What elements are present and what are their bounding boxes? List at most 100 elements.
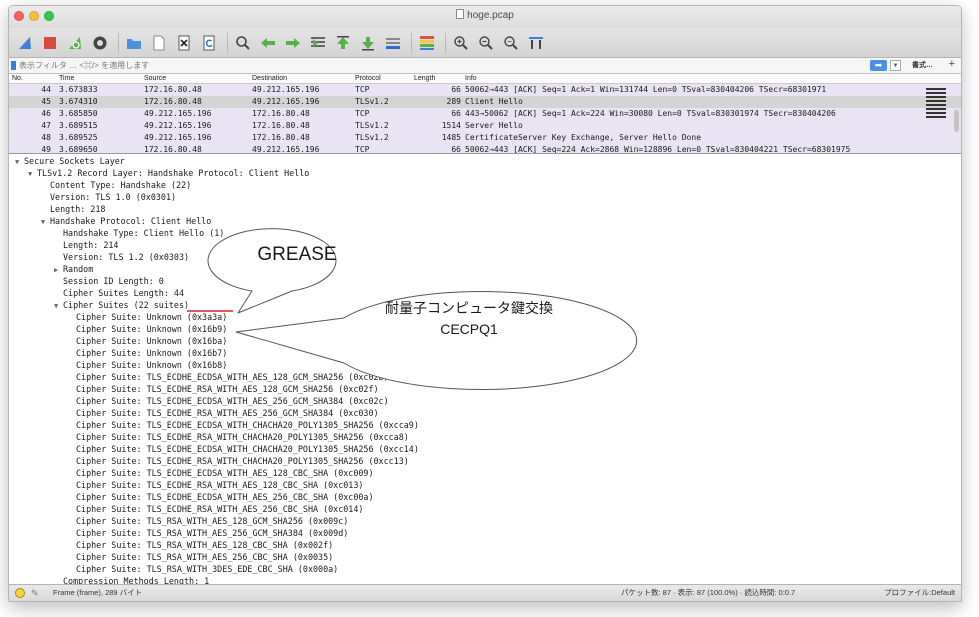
detail-tree-item[interactable]: Cipher Suite: TLS_RSA_WITH_AES_256_GCM_S… (9, 527, 348, 539)
bookmark-icon[interactable] (11, 61, 16, 70)
restart-capture-button[interactable] (64, 32, 86, 54)
close-window-button[interactable] (14, 11, 24, 21)
detail-tree-item[interactable]: ▼ TLSv1.2 Record Layer: Handshake Protoco… (9, 167, 309, 179)
go-to-packet-button[interactable] (307, 32, 329, 54)
detail-tree-item[interactable]: Session ID Length: 0 (9, 275, 164, 287)
packet-row[interactable]: 46 3.685850 49.212.165.196 172.16.80.48 TCP 6… (9, 108, 961, 120)
filter-expression-button[interactable]: 書式… (912, 60, 933, 70)
detail-tree-item[interactable]: Cipher Suite: TLS_RSA_WITH_AES_128_CBC_S… (9, 539, 333, 551)
detail-tree-item[interactable]: Cipher Suite: Unknown (0x16b8) (9, 359, 227, 371)
close-file-button[interactable] (173, 32, 195, 54)
resize-columns-button[interactable] (525, 32, 547, 54)
detail-tree-item[interactable]: ▼ Handshake Protocol: Client Hello (9, 215, 211, 227)
column-header-length[interactable]: Length (414, 75, 435, 82)
detail-tree-label: Version: TLS 1.0 (0x0301) (50, 192, 177, 202)
first-packet-button[interactable] (332, 32, 354, 54)
column-header-protocol[interactable]: Protocol (355, 75, 381, 82)
apply-filter-button[interactable]: ➡ (870, 60, 887, 71)
zoom-out-button[interactable] (475, 32, 497, 54)
open-file-button[interactable] (123, 32, 145, 54)
normal-size-button[interactable] (500, 32, 522, 54)
go-forward-button[interactable] (282, 32, 304, 54)
packet-row[interactable]: 45 3.674310 172.16.80.48 49.212.165.196 TLSv… (9, 96, 961, 108)
detail-tree-item[interactable]: Handshake Type: Client Hello (1) (9, 227, 224, 239)
go-back-button[interactable] (257, 32, 279, 54)
packet-row[interactable]: 48 3.689525 49.212.165.196 172.16.80.48 TLSv… (9, 132, 961, 144)
packet-row[interactable]: 44 3.673833 172.16.80.48 49.212.165.196 TCP 6… (9, 84, 961, 96)
column-header-info[interactable]: Info (465, 75, 477, 82)
stop-capture-button[interactable] (39, 32, 61, 54)
detail-tree-item[interactable]: Cipher Suite: TLS_ECDHE_RSA_WITH_AES_256… (9, 407, 379, 419)
reload-icon (203, 35, 215, 50)
detail-tree-item[interactable]: Cipher Suite: Unknown (0x3a3a) (9, 311, 227, 323)
cell-destination: 172.16.80.48 (252, 121, 310, 130)
edit-comment-icon[interactable]: ✎ (31, 585, 39, 601)
expert-info-icon[interactable] (15, 588, 25, 598)
detail-tree-item[interactable]: Cipher Suite: TLS_ECDHE_ECDSA_WITH_AES_1… (9, 371, 389, 383)
detail-tree-item[interactable]: Cipher Suite: TLS_RSA_WITH_AES_128_GCM_S… (9, 515, 348, 527)
minimize-window-button[interactable] (29, 11, 39, 21)
detail-tree-item[interactable]: Cipher Suite: TLS_ECDHE_RSA_WITH_AES_128… (9, 383, 379, 395)
detail-tree-item[interactable]: ▶ Random (9, 263, 93, 275)
colorize-button[interactable] (416, 32, 438, 54)
detail-tree-item[interactable]: Cipher Suite: TLS_ECDHE_ECDSA_WITH_CHACH… (9, 419, 419, 431)
window-title: hoge.pcap (467, 10, 514, 21)
detail-tree-item[interactable]: Cipher Suite: Unknown (0x16ba) (9, 335, 227, 347)
cell-destination: 49.212.165.196 (252, 97, 320, 106)
detail-tree-item[interactable]: Cipher Suite: TLS_ECDHE_RSA_WITH_AES_256… (9, 503, 363, 515)
packet-row[interactable]: 49 3.689650 172.16.80.48 49.212.165.196 TCP 6… (9, 144, 961, 154)
auto-scroll-button[interactable] (382, 32, 404, 54)
detail-tree-label: Cipher Suite: Unknown (0x16b8) (76, 360, 228, 370)
title-bar: hoge.pcap (9, 6, 961, 28)
display-filter-input[interactable]: 表示フィルタ … <⌘/> を適用します (19, 59, 866, 72)
detail-tree-item[interactable]: Version: TLS 1.0 (0x0301) (9, 191, 176, 203)
detail-tree-item[interactable]: Cipher Suites Length: 44 (9, 287, 184, 299)
packet-minimap[interactable] (926, 86, 946, 152)
detail-tree-item[interactable]: Cipher Suite: TLS_RSA_WITH_AES_256_CBC_S… (9, 551, 333, 563)
column-header-destination[interactable]: Destination (252, 75, 287, 82)
detail-tree-item[interactable]: Cipher Suite: TLS_ECDHE_ECDSA_WITH_AES_2… (9, 395, 389, 407)
detail-tree-item[interactable]: ▼ Cipher Suites (22 suites) (9, 299, 189, 311)
detail-tree-item[interactable]: Cipher Suite: Unknown (0x16b9) (9, 323, 227, 335)
detail-tree-label: Cipher Suites Length: 44 (63, 288, 185, 298)
detail-tree-item[interactable]: Length: 218 (9, 203, 105, 215)
cell-source: 172.16.80.48 (144, 97, 202, 106)
detail-tree-item[interactable]: Cipher Suite: TLS_ECDHE_ECDSA_WITH_CHACH… (9, 443, 419, 455)
detail-tree-item[interactable]: ▼ Secure Sockets Layer (9, 155, 125, 167)
detail-tree-label: Handshake Protocol: Client Hello (50, 216, 212, 226)
reload-file-button[interactable] (198, 32, 220, 54)
detail-tree-item[interactable]: Cipher Suite: TLS_ECDHE_RSA_WITH_AES_128… (9, 479, 363, 491)
cell-protocol: TCP (355, 85, 370, 94)
detail-tree-item[interactable]: Length: 214 (9, 239, 118, 251)
column-header-no[interactable]: No. (12, 75, 23, 82)
zoom-out-icon (479, 35, 493, 50)
column-header-source[interactable]: Source (144, 75, 166, 82)
add-filter-button[interactable]: + (949, 58, 955, 70)
capture-options-button[interactable] (89, 32, 111, 54)
zoom-window-button[interactable] (44, 11, 54, 21)
detail-tree-item[interactable]: Cipher Suite: Unknown (0x16b7) (9, 347, 227, 359)
cell-protocol: TCP (355, 145, 370, 154)
detail-tree-item[interactable]: Cipher Suite: TLS_RSA_WITH_3DES_EDE_CBC_… (9, 563, 338, 575)
cell-length: 1485 (441, 133, 461, 142)
packet-list-scrollbar[interactable] (954, 110, 959, 132)
filter-history-dropdown[interactable]: ▼ (890, 60, 901, 71)
start-capture-button[interactable] (14, 32, 36, 54)
detail-tree-item[interactable]: Cipher Suite: TLS_ECDHE_ECDSA_WITH_AES_1… (9, 467, 374, 479)
cell-length: 66 (451, 145, 461, 154)
save-file-button[interactable] (148, 32, 170, 54)
detail-tree-item[interactable]: Cipher Suite: TLS_ECDHE_ECDSA_WITH_AES_2… (9, 491, 374, 503)
zoom-in-button[interactable] (450, 32, 472, 54)
detail-tree-item[interactable]: Compression Methods Length: 1 (9, 575, 209, 584)
detail-tree-item[interactable]: Content Type: Handshake (22) (9, 179, 191, 191)
packet-row[interactable]: 47 3.689515 49.212.165.196 172.16.80.48 TLSv… (9, 120, 961, 132)
find-packet-button[interactable] (232, 32, 254, 54)
detail-tree-item[interactable]: Cipher Suite: TLS_ECDHE_RSA_WITH_CHACHA2… (9, 431, 409, 443)
detail-tree-label: Compression Methods Length: 1 (63, 576, 210, 584)
detail-tree-item[interactable]: Version: TLS 1.2 (0x0303) (9, 251, 189, 263)
last-packet-button[interactable] (357, 32, 379, 54)
detail-tree-item[interactable]: Cipher Suite: TLS_ECDHE_RSA_WITH_CHACHA2… (9, 455, 409, 467)
display-filter-bar: 表示フィルタ … <⌘/> を適用します ➡ ▼ 書式… + (9, 58, 961, 74)
column-header-time[interactable]: Time (59, 75, 74, 82)
profile-selector[interactable]: プロファイル:Default (884, 585, 955, 601)
